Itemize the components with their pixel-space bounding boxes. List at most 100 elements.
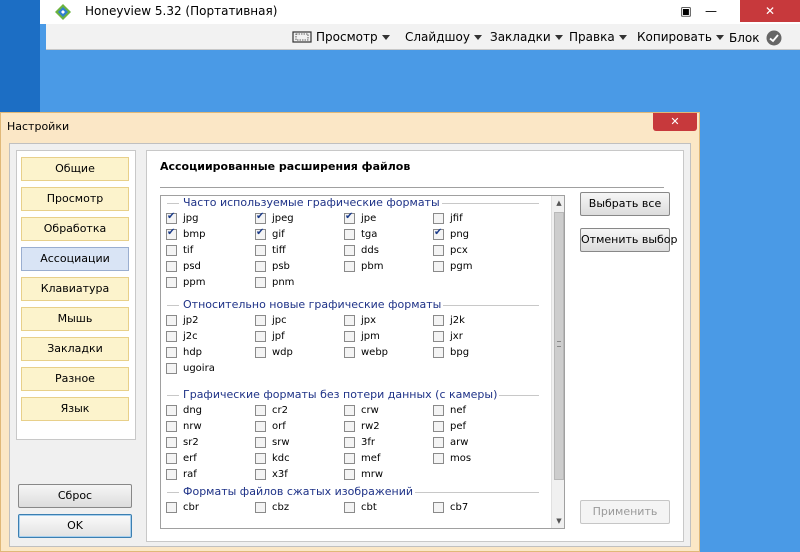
checkbox[interactable] [166,347,177,358]
extensions-list[interactable]: Часто используемые графические форматы jp… [160,195,565,529]
sidebar-item-general[interactable]: Общие [21,157,129,181]
checkbox[interactable] [344,421,355,432]
checkbox-label: pbm [361,261,384,272]
checkbox[interactable] [433,405,444,416]
checkbox-label: jpeg [272,213,294,224]
checkbox[interactable] [166,261,177,272]
sidebar-item-misc[interactable]: Разное [21,367,129,391]
checkbox[interactable] [433,227,444,240]
sidebar-item-language[interactable]: Язык [21,397,129,421]
checkbox[interactable] [433,213,444,224]
sidebar-item-bookmarks[interactable]: Закладки [21,337,129,361]
checkbox[interactable] [166,331,177,342]
checkbox[interactable] [344,453,355,464]
checkbox[interactable] [255,405,266,416]
checkbox-label: pgm [450,261,473,272]
checkbox[interactable] [344,315,355,326]
fullscreen-icon[interactable]: ▣ [676,0,696,22]
checkbox[interactable] [344,502,355,513]
page-title: Ассоциированные расширения файлов [160,160,411,173]
scrollbar-thumb[interactable] [554,212,564,480]
checkbox-label: jpc [272,315,287,326]
checkbox[interactable] [344,405,355,416]
toolbar-edit-label: Правка [569,30,615,44]
sidebar-item-associations[interactable]: Ассоциации [21,247,129,271]
checkbox[interactable] [344,331,355,342]
checkbox[interactable] [166,502,177,513]
checkbox[interactable] [255,347,266,358]
select-all-button[interactable]: Выбрать все [580,192,670,216]
checkbox[interactable] [166,405,177,416]
deselect-all-button[interactable]: Отменить выбор [580,228,678,252]
checkbox[interactable] [344,261,355,272]
checkbox[interactable] [255,315,266,326]
close-button[interactable]: ✕ [740,0,800,22]
checkbox[interactable] [433,453,444,464]
checkbox-label: psd [183,261,201,272]
checkbox[interactable] [255,227,266,240]
reset-button[interactable]: Сброс [18,484,132,508]
group-header: Графические форматы без потери данных (с… [167,388,547,402]
dialog-close-button[interactable]: ✕ [653,113,697,131]
checkbox[interactable] [255,421,266,432]
checkbox[interactable] [433,437,444,448]
checkbox[interactable] [344,211,355,224]
checkbox[interactable] [344,245,355,256]
minimize-button[interactable]: — [698,0,724,22]
checkbox[interactable] [166,453,177,464]
toolbar-lock-menu[interactable]: Блок [729,30,782,46]
checkbox[interactable] [255,502,266,513]
checkbox[interactable] [166,245,177,256]
ok-button[interactable]: OK [18,514,132,538]
checkbox-label: orf [272,421,286,432]
toolbar-edit-menu[interactable]: Правка [569,30,627,44]
checkbox[interactable] [433,331,444,342]
sidebar-item-view[interactable]: Просмотр [21,187,129,211]
checkbox[interactable] [433,347,444,358]
sidebar-item-processing[interactable]: Обработка [21,217,129,241]
checkbox-label: pcx [450,245,468,256]
checkbox[interactable] [255,437,266,448]
checkbox[interactable] [255,331,266,342]
checkbox[interactable] [433,502,444,513]
sidebar-item-mouse[interactable]: Мышь [21,307,129,331]
checkbox[interactable] [166,211,177,224]
checkbox[interactable] [255,211,266,224]
checkbox-label: crw [361,405,379,416]
checkbox-label: ugoira [183,363,215,374]
checkbox[interactable] [166,469,177,480]
toolbar-slideshow-menu[interactable]: Слайдшоу [405,30,482,44]
checkbox[interactable] [433,245,444,256]
checkbox[interactable] [433,261,444,272]
checkbox[interactable] [255,277,266,288]
checkbox-label: webp [361,347,389,358]
checkbox[interactable] [166,315,177,326]
toolbar-copy-menu[interactable]: Копировать [637,30,724,44]
checkbox[interactable] [166,277,177,288]
checkbox[interactable] [344,347,355,358]
checkbox[interactable] [166,227,177,240]
checkbox-label: srw [272,437,290,448]
checkbox[interactable] [255,469,266,480]
checkbox[interactable] [166,437,177,448]
checkbox-label: raf [183,469,197,480]
checkbox[interactable] [255,261,266,272]
scroll-up-icon[interactable]: ▲ [552,196,564,210]
toolbar-bookmarks-menu[interactable]: Закладки [490,30,563,44]
checkbox-label: cb7 [450,502,469,513]
checkbox[interactable] [166,363,177,374]
scroll-down-icon[interactable]: ▼ [552,514,564,528]
checkbox[interactable] [344,469,355,480]
checkbox[interactable] [255,453,266,464]
checkbox[interactable] [433,315,444,326]
checkbox[interactable] [433,421,444,432]
checkbox[interactable] [344,229,355,240]
sidebar-item-keyboard[interactable]: Клавиатура [21,277,129,301]
checkbox[interactable] [166,421,177,432]
toolbar-view-menu[interactable]: Просмотр [292,30,390,44]
checkbox[interactable] [255,245,266,256]
apply-button[interactable]: Применить [580,500,670,524]
checkbox[interactable] [344,437,355,448]
checkbox-label: jfif [450,213,463,224]
vertical-scrollbar[interactable]: ▲ ▼ [551,196,564,528]
